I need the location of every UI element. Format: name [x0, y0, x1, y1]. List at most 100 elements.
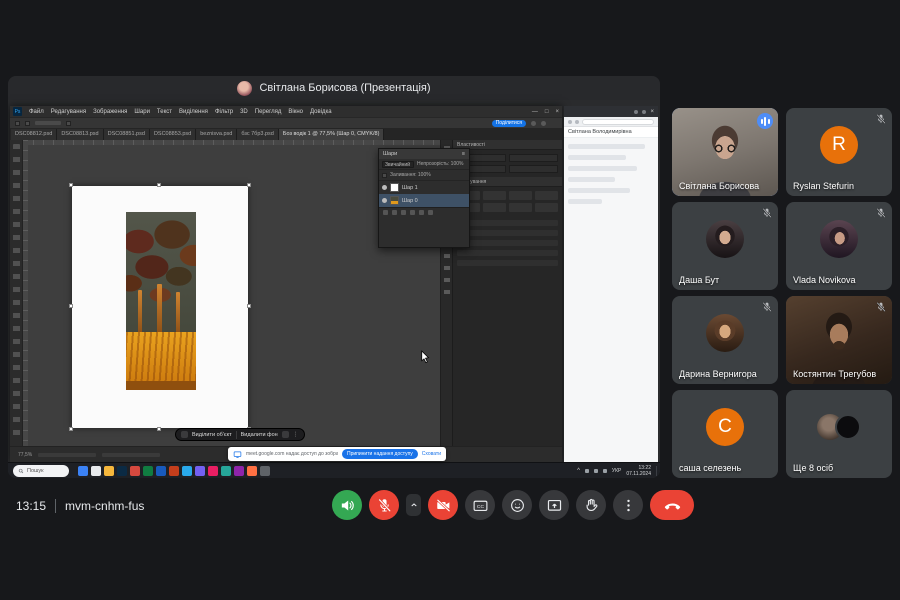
layer-row: Шар 1: [379, 181, 469, 194]
panel-menu-icon: ≡: [462, 151, 465, 157]
forward-icon: [575, 120, 579, 124]
document-tab-active: Боз водік 1 @ 77,5% (Шар 0, CMYK/8): [279, 129, 385, 140]
tree-trunk: [176, 292, 180, 336]
speaker-button[interactable]: [332, 490, 362, 520]
document-tab: DSC08853.psd: [150, 129, 196, 140]
zoom-level: 77,5%: [18, 452, 32, 458]
end-call-icon: [663, 496, 682, 515]
participant-tile-svitlana-borysova[interactable]: Світлана Борисова: [672, 108, 778, 196]
contextual-taskbar: Виділити об'єкт Видалити фон ⋮: [175, 428, 305, 441]
menu-item-image: Зображення: [93, 109, 127, 115]
menu-item-edit: Редагування: [51, 109, 86, 115]
reactions-button[interactable]: [502, 490, 532, 520]
menu-item-help: Довідка: [310, 109, 332, 115]
layer-thumbnail: [390, 183, 399, 192]
presentation-tile[interactable]: Світлана Борисова (Презентація) Ps Файл …: [8, 76, 660, 478]
hide-banner-button: Сховати: [422, 451, 441, 457]
speaker-icon: [339, 497, 356, 514]
ruler-vertical: [23, 140, 28, 446]
participant-tile-daryna-vernyhora[interactable]: Дарина Вернигора: [672, 296, 778, 384]
tool-option-control: [35, 121, 61, 125]
captions-icon: CC: [472, 497, 489, 514]
participant-name: Vlada Novikova: [793, 275, 856, 285]
presentation-header: Світлана Борисова (Презентація): [8, 76, 660, 100]
visibility-eye-icon: [382, 198, 387, 203]
menu-item-filter: Фільтр: [215, 109, 233, 115]
maximize-icon: □: [545, 109, 549, 115]
layers-panel-title: Шари: [383, 151, 397, 157]
photoshop-logo-icon: Ps: [13, 107, 22, 116]
clock-time: 13:15: [16, 499, 46, 513]
back-icon: [568, 120, 572, 124]
participant-tile-dasha-but[interactable]: Даша Бут: [672, 202, 778, 290]
more-icon: ⋮: [293, 431, 299, 438]
taskbar-date: 07.11.2024: [626, 471, 651, 477]
more-options-button[interactable]: [613, 490, 643, 520]
document-tab: DSC08813.psd: [57, 129, 103, 140]
browser-window: × Світлана Володимирівна: [564, 106, 658, 462]
photoshop-toolbar: [10, 140, 23, 446]
meeting-info: 13:15 mvm-cnhm-fus: [16, 499, 144, 513]
camera-off-icon: [435, 497, 452, 514]
photoshop-share-button: Поділитися: [492, 120, 526, 127]
tray-chevron-icon: ^: [577, 468, 580, 474]
document-tab: бзс 7бр3.psd: [237, 129, 279, 140]
tool-option-checkbox: [25, 121, 30, 126]
mic-button[interactable]: [369, 490, 399, 520]
photoshop-menubar: Ps Файл Редагування Зображення Шари Текс…: [10, 106, 562, 117]
remove-background-button: Видалити фон: [241, 432, 278, 438]
fill-field: Заливання: 100%: [390, 172, 431, 178]
menu-item-file: Файл: [29, 109, 44, 115]
minimize-icon: —: [532, 109, 538, 115]
status-placeholder: [38, 453, 96, 457]
document-tab: DSC08851.psd: [104, 129, 150, 140]
tool-option-checkbox: [66, 121, 71, 126]
participant-tile-vlada-novikova[interactable]: Vlada Novikova: [786, 202, 892, 290]
taskbar-search: Пошук: [13, 465, 69, 477]
battery-icon: [603, 469, 607, 473]
minimize-icon: [634, 110, 638, 114]
close-icon: ×: [650, 109, 654, 115]
visibility-eye-icon: [382, 185, 387, 190]
taskbar-clock: 13:22 07.11.2024: [626, 465, 651, 477]
overflow-count-label: Ще 8 осіб: [793, 463, 833, 473]
avatar-photo: [820, 220, 858, 258]
call-controls: CC: [332, 490, 694, 520]
select-subject-button: Виділити об'єкт: [192, 432, 232, 438]
avatar-photo: [706, 220, 744, 258]
address-bar: [582, 119, 654, 125]
emoji-icon: [509, 497, 526, 514]
participant-tile-ryslan-stefurin[interactable]: R Ryslan Stefurin: [786, 108, 892, 196]
screen-share-banner: meet.google.com надає доступ до зображен…: [228, 447, 446, 461]
soil-band: [126, 381, 196, 390]
participant-name: Дарина Вернигора: [679, 369, 757, 379]
overflow-avatars: [817, 414, 861, 440]
audio-device-chevron-button[interactable]: [406, 494, 421, 516]
menu-item-select: Виділення: [179, 109, 208, 115]
photoshop-window: Ps Файл Редагування Зображення Шари Текс…: [10, 106, 562, 462]
menu-item-type: Текст: [157, 109, 172, 115]
participant-tile-overflow[interactable]: Ще 8 осіб: [786, 390, 892, 478]
captions-button[interactable]: CC: [465, 490, 495, 520]
divider: [55, 499, 56, 513]
raise-hand-button[interactable]: [576, 490, 606, 520]
more-vertical-icon: [620, 497, 637, 514]
avatar-photo: [835, 414, 861, 440]
lock-icon: [382, 173, 387, 178]
present-button[interactable]: [539, 490, 569, 520]
photoshop-options-bar: Поділитися: [10, 117, 562, 128]
participant-name: Костянтин Трегубов: [793, 369, 876, 379]
meeting-code: mvm-cnhm-fus: [65, 499, 144, 513]
layer-thumbnail: [390, 196, 399, 205]
camera-button[interactable]: [428, 490, 458, 520]
present-screen-icon: [546, 497, 563, 514]
end-call-button[interactable]: [650, 490, 694, 520]
browser-titlebar: ×: [564, 106, 658, 117]
avatar-photo: [706, 314, 744, 352]
taskbar-tray: ^ УКР 13:22 07.11.2024: [577, 463, 658, 478]
network-icon: [585, 469, 589, 473]
participant-tile-kostiantyn-trehubov[interactable]: Костянтин Трегубов: [786, 296, 892, 384]
divider: [236, 431, 237, 439]
artboard: [72, 186, 248, 428]
participant-tile-sasha-selezen[interactable]: С саша селезень: [672, 390, 778, 478]
